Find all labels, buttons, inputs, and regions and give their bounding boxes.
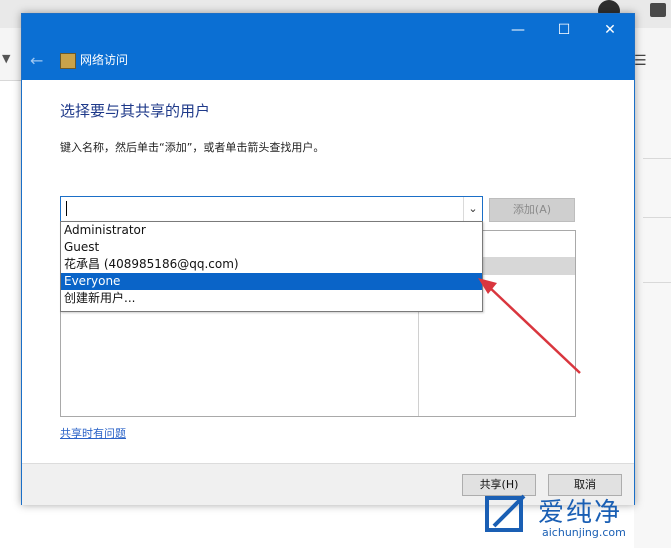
view-options-icon[interactable]: ☰ bbox=[634, 53, 647, 69]
dropdown-item-everyone[interactable]: Everyone bbox=[61, 273, 482, 290]
background-line bbox=[643, 158, 671, 159]
window-title: 网络访问 bbox=[80, 53, 129, 67]
page-heading: 选择要与其共享的用户 bbox=[60, 102, 211, 120]
watermark: 爱纯净 aichunjing.com bbox=[478, 490, 671, 548]
add-button[interactable]: 添加(A) bbox=[489, 198, 575, 222]
minimize-button[interactable]: — bbox=[498, 20, 538, 40]
watermark-logo-icon bbox=[485, 494, 526, 532]
watermark-text-en: aichunjing.com bbox=[542, 526, 626, 539]
message-icon[interactable] bbox=[650, 3, 666, 17]
close-button[interactable]: ✕ bbox=[590, 20, 630, 40]
dropdown-item-create-new-user[interactable]: 创建新用户... bbox=[61, 290, 482, 307]
dropdown-item-administrator[interactable]: Administrator bbox=[61, 222, 482, 239]
network-access-dialog: — ☐ ✕ ← 网络访问 选择要与其共享的用户 键入名称，然后单击“添加”，或者… bbox=[21, 13, 635, 505]
network-share-icon bbox=[60, 53, 76, 69]
background-pin-icon: ▼ bbox=[2, 52, 11, 65]
dropdown-item-guest[interactable]: Guest bbox=[61, 239, 482, 256]
back-arrow-icon[interactable]: ← bbox=[30, 51, 43, 70]
background-right-pane bbox=[634, 80, 671, 548]
background-line bbox=[643, 282, 671, 283]
user-name-combobox[interactable]: ⌄ bbox=[60, 196, 483, 222]
user-dropdown-list[interactable]: Administrator Guest 花承昌 (408985186@qq.co… bbox=[60, 221, 483, 312]
background-line bbox=[643, 217, 671, 218]
dropdown-item-microsoft-account[interactable]: 花承昌 (408985186@qq.com) bbox=[61, 256, 482, 273]
text-caret bbox=[66, 201, 67, 216]
chevron-down-icon[interactable]: ⌄ bbox=[463, 197, 482, 221]
sharing-problems-link[interactable]: 共享时有问题 bbox=[60, 425, 126, 441]
title-bar: — ☐ ✕ ← 网络访问 bbox=[22, 14, 634, 80]
instruction-text: 键入名称，然后单击“添加”，或者单击箭头查找用户。 bbox=[60, 141, 325, 154]
maximize-button[interactable]: ☐ bbox=[544, 20, 584, 40]
watermark-text-cn: 爱纯净 bbox=[538, 498, 623, 528]
